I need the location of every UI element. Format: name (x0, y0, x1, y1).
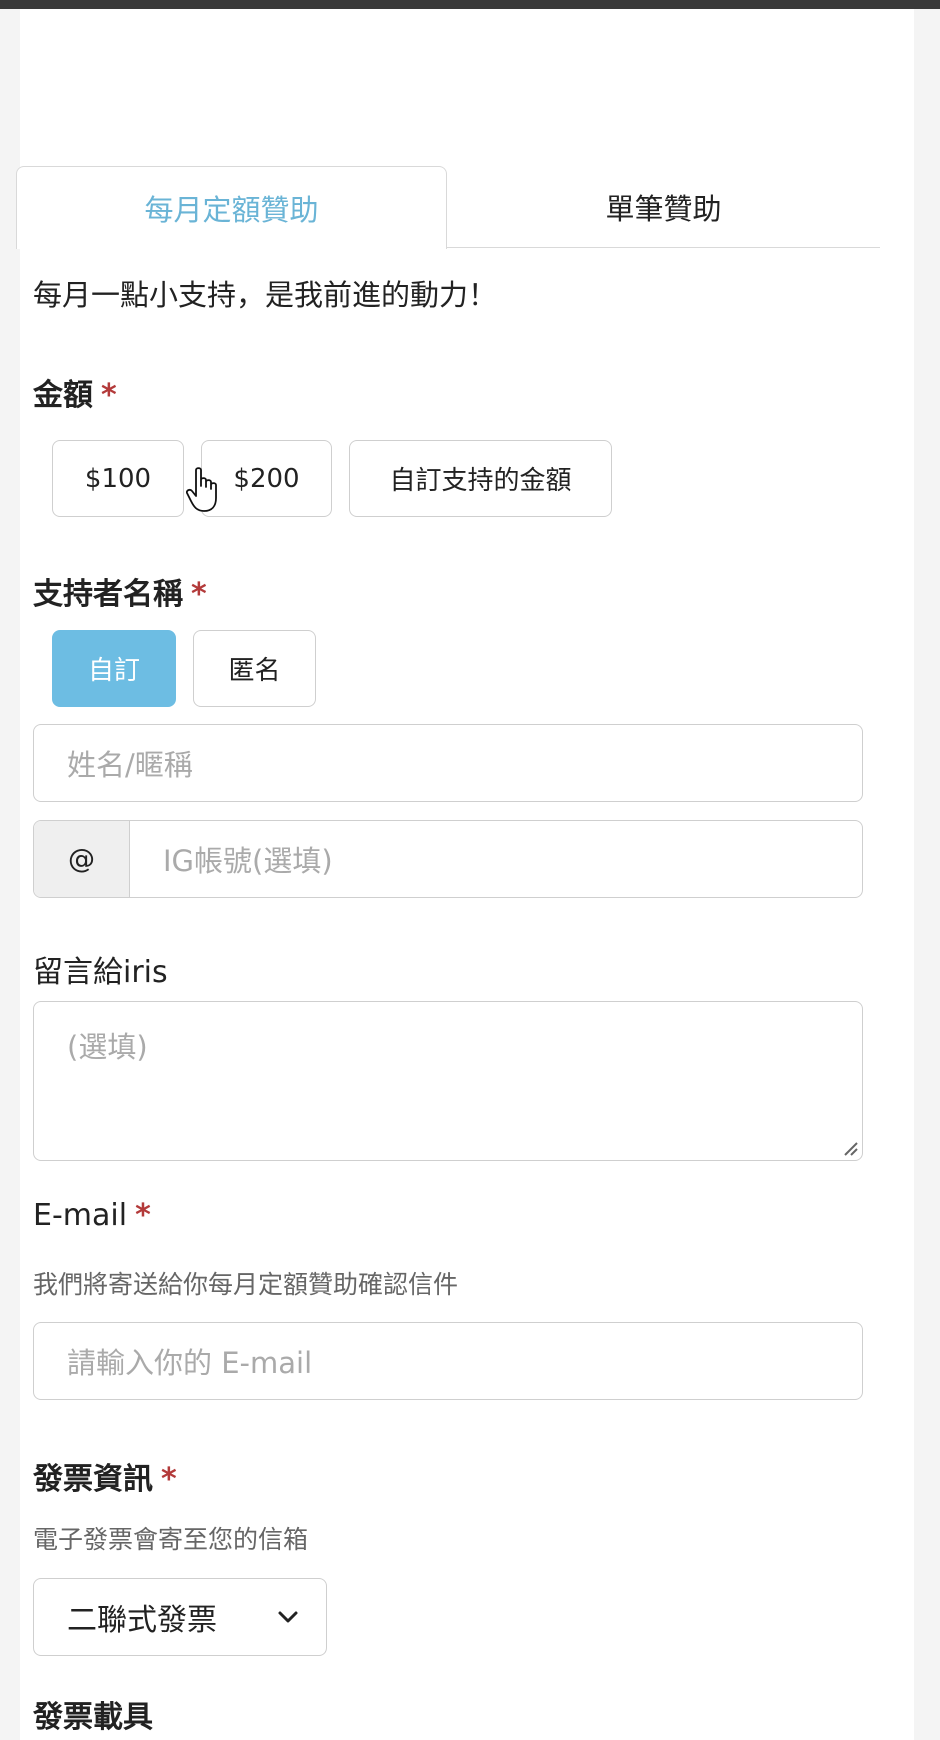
required-mark: * (191, 577, 207, 612)
email-label-row: E-mail * (33, 1198, 151, 1233)
required-mark: * (101, 378, 117, 413)
required-mark: * (161, 1462, 177, 1497)
amount-100-button[interactable]: $100 (52, 440, 184, 517)
custom-amount-button[interactable]: 自訂支持的金額 (349, 440, 612, 517)
message-placeholder: (選填) (67, 1030, 148, 1064)
hand-cursor-icon (186, 467, 217, 512)
message-label: 留言給iris (33, 955, 168, 990)
email-label: E-mail (33, 1198, 128, 1233)
amount-label-row: 金額 * (33, 370, 117, 414)
custom-name-button[interactable]: 自訂 (52, 630, 176, 707)
anonymous-button[interactable]: 匿名 (193, 630, 316, 707)
intro-text: 每月一點小支持，是我前進的動力！ (33, 278, 498, 312)
carrier-label: 發票載具 (33, 1700, 153, 1735)
name-input[interactable]: 姓名/暱稱 (33, 724, 863, 802)
ig-account-input[interactable]: IG帳號(選填) (130, 821, 862, 897)
message-textarea[interactable]: (選填) (33, 1001, 863, 1161)
sponsor-tabs: 每月定額贊助 單筆贊助 (16, 156, 880, 249)
required-mark: * (135, 1198, 151, 1233)
invoice-label-row: 發票資訊 * (33, 1454, 177, 1498)
invoice-hint: 電子發票會寄至您的信箱 (33, 1525, 309, 1554)
at-sign-addon: @ (34, 821, 130, 897)
resize-handle-icon[interactable] (839, 1137, 859, 1157)
ig-input-group: @ IG帳號(選填) (33, 820, 863, 898)
window-top-bar (0, 0, 940, 9)
email-input[interactable]: 請輸入你的 E-mail (33, 1322, 863, 1400)
invoice-type-value: 二聯式發票 (67, 1603, 217, 1638)
supporter-label-row: 支持者名稱 * (33, 569, 207, 613)
tab-single-sponsor[interactable]: 單筆贊助 (447, 166, 880, 248)
chevron-down-icon (278, 1611, 298, 1623)
amount-label: 金額 (33, 378, 93, 413)
tab-monthly-sponsor[interactable]: 每月定額贊助 (16, 166, 447, 249)
email-hint: 我們將寄送給你每月定額贊助確認信件 (33, 1270, 459, 1299)
invoice-type-select[interactable]: 二聯式發票 (33, 1578, 327, 1656)
supporter-label: 支持者名稱 (33, 577, 183, 612)
invoice-label: 發票資訊 (33, 1462, 153, 1497)
